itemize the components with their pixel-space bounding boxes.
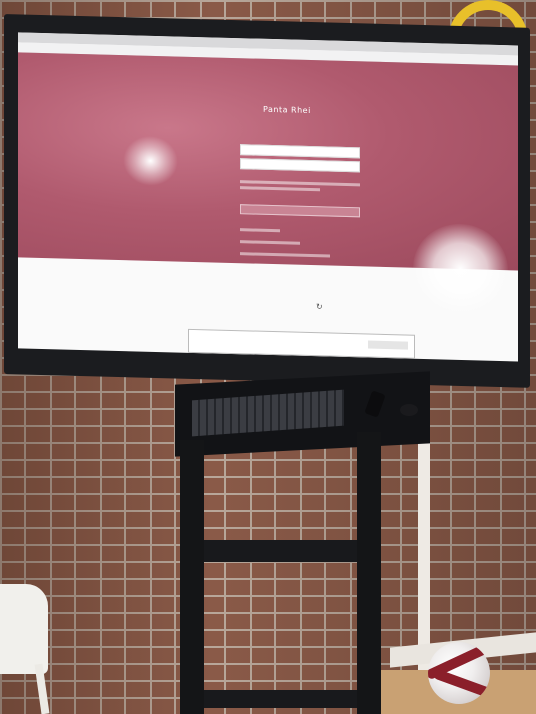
site-logo: Panta Rhei [263, 104, 311, 116]
touchscreen-display: Panta Rhei ↻ [4, 14, 530, 388]
taskbar-app-icon[interactable] [62, 353, 67, 359]
stand-crossbar [204, 690, 357, 708]
stand-leg-right [357, 432, 381, 714]
soccer-ball [428, 642, 490, 704]
taskbar-app-icon[interactable] [74, 353, 79, 359]
windows-start-icon[interactable] [24, 352, 29, 358]
login-button[interactable] [240, 204, 360, 218]
password-field[interactable] [240, 158, 360, 173]
link-line[interactable] [240, 228, 280, 233]
login-hint-line [240, 186, 320, 192]
username-field[interactable] [240, 144, 360, 159]
white-chair [0, 584, 48, 674]
login-page-hero: Panta Rhei [18, 52, 518, 316]
mouse [400, 404, 418, 416]
notification-popup [188, 328, 415, 359]
taskbar-app-icon[interactable] [50, 353, 55, 359]
spinner-icon: ↻ [316, 302, 323, 312]
login-hint-line [240, 180, 360, 187]
taskbar-app-icon[interactable] [38, 352, 43, 359]
login-heading [240, 122, 370, 125]
taskbar-app-icon[interactable] [88, 354, 93, 360]
stand-leg-left [180, 440, 204, 714]
notification-button[interactable] [368, 340, 408, 350]
light-glare [413, 222, 508, 316]
link-line[interactable] [240, 252, 330, 258]
light-glare [123, 135, 178, 187]
link-line[interactable] [240, 240, 300, 245]
display-screen: Panta Rhei ↻ [18, 32, 518, 362]
stand-crossbar [204, 540, 357, 562]
